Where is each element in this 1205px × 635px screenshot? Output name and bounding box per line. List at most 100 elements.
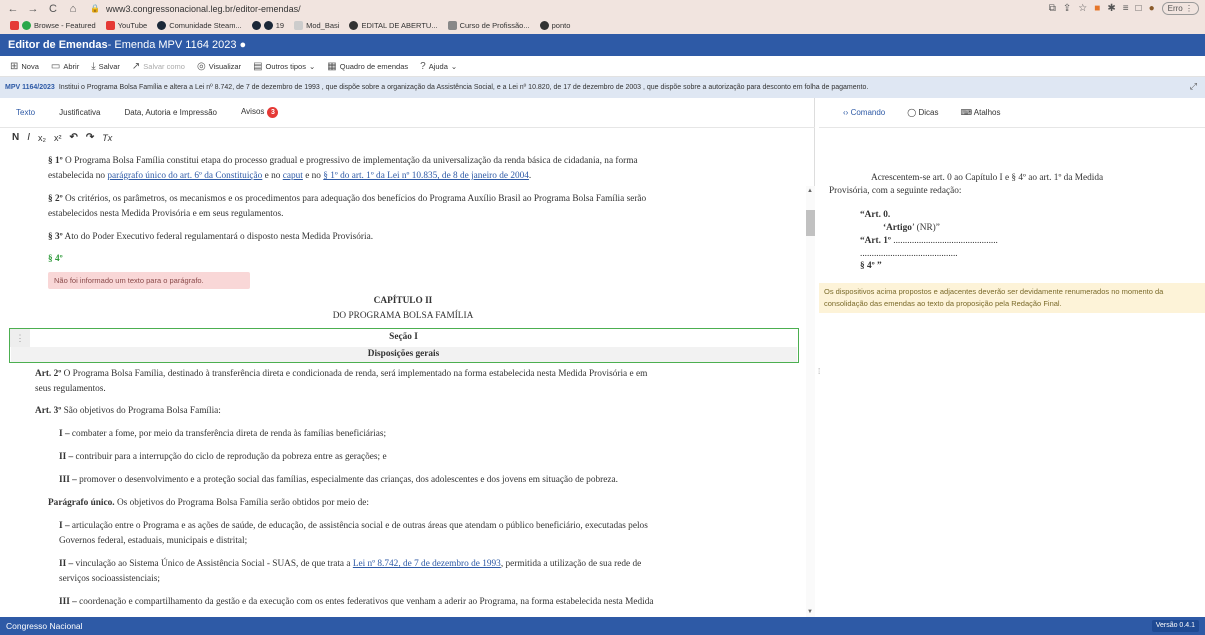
avatar-icon[interactable]: ● xyxy=(1149,3,1155,14)
document-icon: ▤ xyxy=(253,60,263,72)
home-icon[interactable]: ⌂ xyxy=(66,3,80,15)
item-text: combater a fome, por meio da transferênc… xyxy=(71,429,387,439)
translate-icon[interactable]: ⧉ xyxy=(1049,3,1056,14)
footer: Congresso Nacional Versão 0.4.1 xyxy=(0,617,1205,635)
profile-button[interactable]: Erro ⋮ xyxy=(1161,2,1199,15)
paragraph-label: § 2º xyxy=(48,194,63,204)
command-tabs: ‹› Comando ◯ Dicas ⌨ Atalhos xyxy=(819,98,1205,128)
lightbulb-icon: ◯ xyxy=(907,108,917,117)
paragraph-2: § 2º Os critérios, os parâmetros, os mec… xyxy=(48,192,646,207)
undo-button[interactable]: ↶ xyxy=(70,132,78,143)
paragraph-text: e no xyxy=(262,171,283,181)
command-nr: ’ (NR)” xyxy=(911,223,940,233)
item-label: II – xyxy=(59,452,76,462)
law-10835-link[interactable]: § 1º do art. 1º da Lei nº 10.835, de 8 d… xyxy=(323,171,529,181)
expand-icon[interactable]: ⤢ xyxy=(1190,81,1197,92)
tab-atalhos[interactable]: ⌨ Atalhos xyxy=(960,108,1000,117)
share-icon[interactable]: ⇪ xyxy=(1063,3,1071,14)
bookmark-item[interactable]: Mod_Basi xyxy=(294,21,339,30)
scroll-up-icon[interactable]: ▲ xyxy=(807,188,813,194)
selected-section-block[interactable]: ⋮ Seção I Disposições gerais xyxy=(9,328,799,363)
table-icon: ▦ xyxy=(327,60,337,72)
puzzle-icon[interactable]: ✱ xyxy=(1107,3,1115,14)
bookmark-item[interactable]: YouTube xyxy=(105,21,147,30)
open-label: Abrir xyxy=(63,61,80,71)
format-toolbar: N I x₂ x² ↶ ↷ Tx xyxy=(12,132,112,143)
bookmark-item[interactable]: ponto xyxy=(539,21,570,30)
law-8742-link[interactable]: Lei nº 8.742, de 7 de dezembro de 1993 xyxy=(353,559,501,569)
back-icon[interactable]: ← xyxy=(6,3,20,15)
paragraph-text: O Programa Bolsa Família constitui etapa… xyxy=(62,156,638,166)
save-as-button[interactable]: ↗ Salvar como xyxy=(132,61,185,72)
app-header: Editor de Emendas - Emenda MPV 1164 2023… xyxy=(0,34,1205,56)
tab-texto[interactable]: Texto xyxy=(16,108,35,117)
new-button[interactable]: ⊞ Nova xyxy=(10,61,39,72)
editor-scrollbar[interactable]: ▲ ▼ xyxy=(806,186,815,617)
item-label: II – xyxy=(59,559,76,569)
caput-link[interactable]: caput xyxy=(283,171,303,181)
steam-icon xyxy=(251,21,261,30)
address-bar[interactable]: 🔒 www3.congressonacional.leg.br/editor-e… xyxy=(90,2,690,16)
page-icon xyxy=(294,21,304,30)
other-types-label: Outros tipos xyxy=(265,61,306,71)
tab-data-autoria[interactable]: Data, Autoria e Impressão xyxy=(124,108,217,117)
bold-button[interactable]: N xyxy=(12,132,19,143)
avisos-count-badge: 3 xyxy=(267,107,279,118)
tab-justificativa[interactable]: Justificativa xyxy=(59,108,100,117)
bookmark-item[interactable]: 19 xyxy=(251,21,284,30)
code-icon: ‹› xyxy=(843,108,849,117)
paragraph-4-label[interactable]: § 4º xyxy=(48,252,63,267)
command-artigo: ‘Artigo’ (NR)” xyxy=(883,222,940,235)
scrollbar-thumb[interactable] xyxy=(806,210,815,236)
redo-button[interactable]: ↷ xyxy=(86,132,94,143)
subscript-button[interactable]: x₂ xyxy=(38,133,46,143)
extension-icon[interactable]: ■ xyxy=(1094,3,1100,14)
item-text: contribuir para a interrupção do ciclo d… xyxy=(75,452,387,462)
star-icon[interactable]: ☆ xyxy=(1078,3,1087,14)
bookmark-item[interactable]: EDITAL DE ABERTU... xyxy=(349,21,438,30)
other-types-button[interactable]: ▤ Outros tipos ⌄ xyxy=(253,61,315,72)
constitution-link[interactable]: parágrafo único do art. 6º da Constituiç… xyxy=(107,171,262,181)
paragraph-text: estabelecida no xyxy=(48,171,108,181)
forward-icon[interactable]: → xyxy=(26,3,40,15)
document-body[interactable]: § 1º O Programa Bolsa Família constitui … xyxy=(0,154,806,617)
footer-org: Congresso Nacional xyxy=(6,621,83,631)
preview-button[interactable]: ◎ Visualizar xyxy=(197,61,241,72)
help-button[interactable]: ? Ajuda ⌄ xyxy=(420,61,457,72)
paragraph-1-line2: estabelecida no parágrafo único do art. … xyxy=(48,169,531,184)
amendments-board-button[interactable]: ▦ Quadro de emendas xyxy=(327,61,408,72)
item-text: vinculação ao Sistema Único de Assistênc… xyxy=(75,559,353,569)
bookmark-label: EDITAL DE ABERTU... xyxy=(361,21,438,30)
sidepanel-icon[interactable]: □ xyxy=(1136,3,1142,14)
tab-comando[interactable]: ‹› Comando xyxy=(843,108,885,117)
chapter-heading: CAPÍTULO II xyxy=(373,296,433,306)
globe-icon xyxy=(349,21,359,30)
youtube-icon xyxy=(105,21,115,30)
bookmark-label: Comunidade Steam... xyxy=(169,21,242,30)
section-heading: Seção I xyxy=(389,332,418,342)
question-icon: ? xyxy=(420,60,426,72)
clear-format-button[interactable]: Tx xyxy=(102,133,112,143)
profile-label: Erro xyxy=(1167,4,1183,13)
item-label: III – xyxy=(59,475,80,485)
tab-avisos[interactable]: Avisos 3 xyxy=(241,107,279,118)
mpv-badge: MPV 1164/2023 xyxy=(5,84,55,91)
steam-icon xyxy=(157,21,167,30)
bookmark-item[interactable]: Curso de Profissão... xyxy=(447,21,530,30)
paragraph-text: Ato do Poder Executivo federal regulamen… xyxy=(62,232,374,242)
bookmark-item[interactable]: Browse - Featured xyxy=(10,21,96,30)
reload-icon[interactable]: C xyxy=(46,3,60,15)
sole-item-3: III – coordenação e compartilhamento da … xyxy=(59,595,654,610)
reading-list-icon[interactable]: ≡ xyxy=(1123,3,1129,14)
tab-dicas[interactable]: ◯ Dicas xyxy=(907,108,938,117)
paragraph-text: Os critérios, os parâmetros, os mecanism… xyxy=(62,194,647,204)
save-button[interactable]: ⤓ Salvar xyxy=(91,61,120,72)
scroll-down-icon[interactable]: ▼ xyxy=(807,609,813,615)
bookmark-item[interactable]: Comunidade Steam... xyxy=(157,21,242,30)
italic-button[interactable]: I xyxy=(27,132,30,143)
command-line2: Provisória, com a seguinte redação: xyxy=(829,186,962,196)
empty-paragraph-warning: Não foi informado um texto para o parágr… xyxy=(48,272,250,289)
superscript-button[interactable]: x² xyxy=(54,133,62,143)
sole-paragraph: Parágrafo único. Os objetivos do Program… xyxy=(48,496,369,511)
open-button[interactable]: ▭ Abrir xyxy=(51,61,79,72)
